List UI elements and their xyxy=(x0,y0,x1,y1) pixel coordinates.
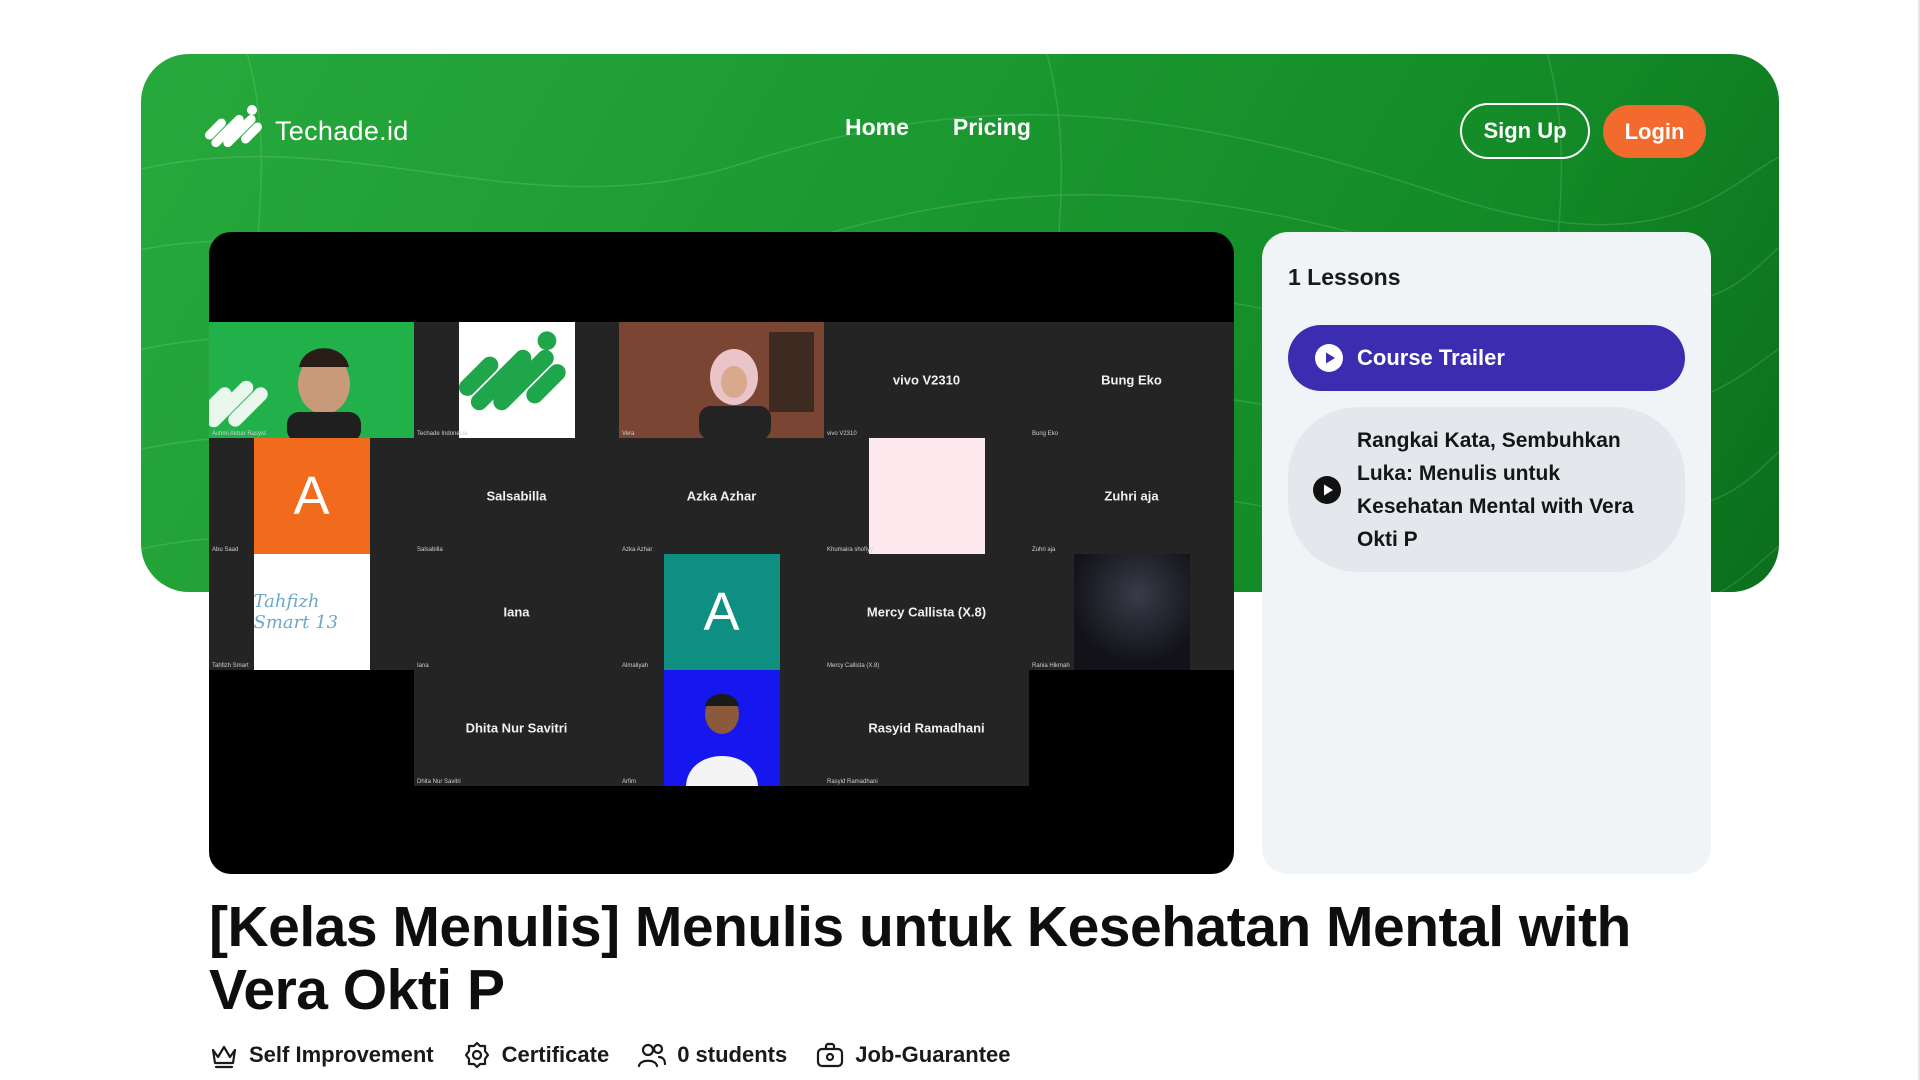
participant-caption: Azka Azhar xyxy=(622,547,653,553)
participant-tile: Mercy Callista (X.8) Mercy Callista (X.8) xyxy=(824,554,1029,670)
avatar: A xyxy=(253,438,370,554)
meta-category-label: Self Improvement xyxy=(249,1042,434,1067)
participant-caption: vivo V2310 xyxy=(827,431,857,437)
participant-caption: Salsabilla xyxy=(417,547,443,553)
participant-tile: A Abu Saad xyxy=(209,438,414,554)
nav-pricing-link[interactable]: Pricing xyxy=(953,114,1031,141)
participant-name: Azka Azhar xyxy=(686,488,757,504)
participant-tile: Azka Azhar Azka Azhar xyxy=(619,438,824,554)
participant-tile: Dhita Nur Savitri Dhita Nur Savitri xyxy=(414,670,619,786)
participant-caption: Iana xyxy=(417,663,429,669)
participant-tile: Rasyid Ramadhani Rasyid Ramadhani xyxy=(824,670,1029,786)
brand-name: Techade.id xyxy=(275,115,409,146)
brand-logo[interactable]: Techade.id xyxy=(205,100,409,162)
techade-logo-icon xyxy=(458,322,575,438)
avatar: A xyxy=(663,554,780,670)
video-participant-grid: Achmi Akbar Rasyid Techade Indonesia Vera v… xyxy=(209,322,1234,786)
participant-tile: Tahfizh Smart 13 Tahfizh Smart xyxy=(209,554,414,670)
participant-name: Dhita Nur Savitri xyxy=(465,720,568,736)
participant-caption: Dhita Nur Savitri xyxy=(417,779,461,785)
meta-students-label: 0 students xyxy=(677,1042,788,1067)
play-circle-icon xyxy=(1313,475,1341,504)
participant-caption: Vera xyxy=(622,431,635,437)
participant-caption: Zuhri aja xyxy=(1032,547,1056,553)
participant-tile: Zuhri aja Zuhri aja xyxy=(1029,438,1234,554)
meta-certificate-label: Certificate xyxy=(501,1042,610,1067)
meta-students: 0 students xyxy=(637,1040,787,1070)
participant-name: Bung Eko xyxy=(1101,372,1162,388)
participant-caption: Mercy Callista (X.8) xyxy=(827,663,880,669)
meta-job-guarantee-label: Job-Guarantee xyxy=(855,1042,1011,1067)
course-title: [Kelas Menulis] Menulis untuk Kesehatan … xyxy=(209,895,1631,1022)
meta-job-guarantee: Job-Guarantee xyxy=(815,1040,1011,1070)
briefcase-icon xyxy=(817,1042,844,1068)
camera-feed xyxy=(619,322,824,438)
participant-name: Salsabilla xyxy=(486,488,547,504)
participant-caption: Arfim xyxy=(622,779,636,785)
course-video-player[interactable]: Achmi Akbar Rasyid Techade Indonesia Vera v… xyxy=(209,232,1234,874)
participant-caption: Khumaira shofiyy xyxy=(827,547,874,553)
participant-tile: Salsabilla Salsabilla xyxy=(414,438,619,554)
nav-home-link[interactable]: Home xyxy=(845,114,909,141)
login-button[interactable]: Login xyxy=(1603,105,1706,158)
participant-tile: Iana Iana xyxy=(414,554,619,670)
participant-tile: Techade Indonesia xyxy=(414,322,619,438)
participant-name: Iana xyxy=(503,604,530,620)
participant-tile: Vera xyxy=(619,322,824,438)
participant-tile: Rania Hikmah xyxy=(1029,554,1234,670)
camera-feed xyxy=(209,348,361,438)
signup-button[interactable]: Sign Up xyxy=(1460,103,1590,159)
participant-name: Mercy Callista (X.8) xyxy=(866,604,987,620)
camera-feed xyxy=(1073,554,1190,670)
participant-caption: Abu Saad xyxy=(212,547,239,553)
meta-category: Self Improvement xyxy=(209,1040,434,1070)
lesson-label: Rangkai Kata, Sembuhkan Luka: Menulis un… xyxy=(1357,428,1634,551)
meta-certificate: Certificate xyxy=(462,1040,610,1070)
crown-icon xyxy=(211,1045,237,1069)
participant-caption: Rania Hikmah xyxy=(1032,663,1070,669)
avatar: Tahfizh Smart 13 xyxy=(253,554,370,670)
participant-tile: Khumaira shofiyy xyxy=(824,438,1029,554)
users-icon xyxy=(638,1043,667,1068)
participant-tile: A Almaliyah xyxy=(619,554,824,670)
lesson-item-rangkai-kata[interactable]: Rangkai Kata, Sembuhkan Luka: Menulis un… xyxy=(1288,407,1685,572)
participant-name: Zuhri aja xyxy=(1104,488,1159,504)
lessons-count: 1 Lessons xyxy=(1288,264,1401,290)
participant-caption: Almaliyah xyxy=(622,663,649,669)
techade-logo-icon xyxy=(205,105,263,148)
lesson-item-course-trailer[interactable]: Course Trailer xyxy=(1288,325,1685,391)
certificate-icon xyxy=(464,1041,489,1069)
participant-caption: Tahfizh Smart xyxy=(212,663,249,669)
main-nav: Home Pricing xyxy=(845,114,1031,141)
participant-tile: Arfim xyxy=(619,670,824,786)
participant-caption: Techade Indonesia xyxy=(417,431,468,437)
participant-name: Rasyid Ramadhani xyxy=(868,720,985,736)
participant-caption: Rasyid Ramadhani xyxy=(827,779,878,785)
participant-tile: Achmi Akbar Rasyid xyxy=(209,322,414,438)
participant-name: vivo V2310 xyxy=(892,372,961,388)
lessons-panel: 1 Lessons Course Trailer Rangkai Kata, S… xyxy=(1262,232,1711,874)
camera-feed xyxy=(868,438,985,554)
camera-feed xyxy=(663,670,780,786)
participant-caption: Bung Eko xyxy=(1032,431,1059,437)
play-circle-icon xyxy=(1315,344,1343,372)
course-meta: Self Improvement Certificate 0 students … xyxy=(209,1040,1011,1070)
participant-caption: Achmi Akbar Rasyid xyxy=(212,431,266,437)
participant-tile: vivo V2310 vivo V2310 xyxy=(824,322,1029,438)
participant-tile: Bung Eko Bung Eko xyxy=(1029,322,1234,438)
lesson-label: Course Trailer xyxy=(1357,345,1505,370)
